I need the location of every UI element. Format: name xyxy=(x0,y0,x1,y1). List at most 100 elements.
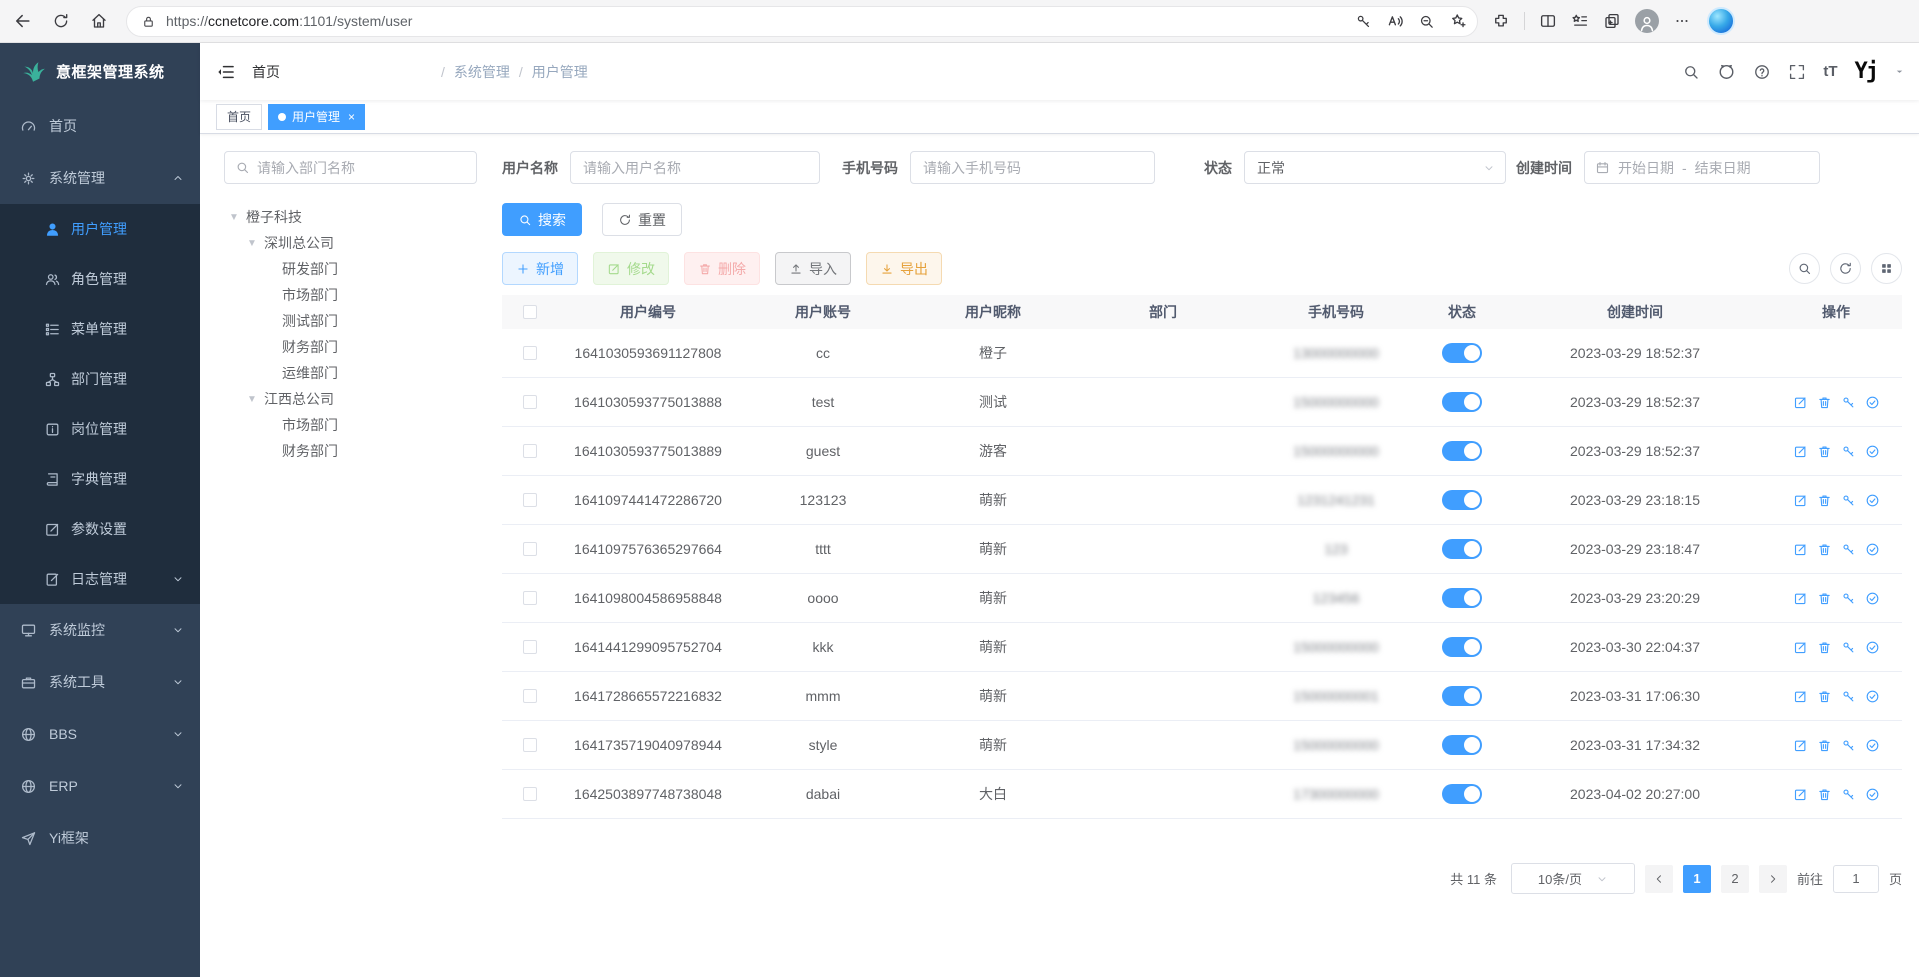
tree-node[interactable]: 财务部门 xyxy=(224,334,477,360)
sidebar-item-role-mgmt[interactable]: 角色管理 xyxy=(0,254,200,304)
text-size-icon[interactable]: tT xyxy=(1823,63,1837,80)
app-logo[interactable]: 意框架管理系统 xyxy=(0,43,200,100)
tree-node[interactable]: 测试部门 xyxy=(224,308,477,334)
row-assign-role-icon[interactable] xyxy=(1865,591,1880,606)
page-size-select[interactable]: 10条/页 xyxy=(1511,863,1635,894)
sidebar-item-user-mgmt[interactable]: 用户管理 xyxy=(0,204,200,254)
row-edit-icon[interactable] xyxy=(1793,493,1808,508)
status-toggle[interactable] xyxy=(1442,539,1482,559)
date-range-picker[interactable]: 开始日期 - 结束日期 xyxy=(1584,151,1820,184)
add-button[interactable]: 新增 xyxy=(502,252,578,285)
select-all-checkbox[interactable] xyxy=(523,305,537,319)
row-edit-icon[interactable] xyxy=(1793,444,1808,459)
row-checkbox[interactable] xyxy=(523,395,537,409)
tree-node[interactable]: 市场部门 xyxy=(224,282,477,308)
row-checkbox[interactable] xyxy=(523,787,537,801)
column-settings-button[interactable] xyxy=(1871,253,1902,284)
row-delete-icon[interactable] xyxy=(1817,542,1832,557)
sidebar-item-menu-mgmt[interactable]: 菜单管理 xyxy=(0,304,200,354)
sidebar-item-tools[interactable]: 系统工具 xyxy=(0,656,200,708)
row-delete-icon[interactable] xyxy=(1817,591,1832,606)
row-delete-icon[interactable] xyxy=(1817,640,1832,655)
row-edit-icon[interactable] xyxy=(1793,591,1808,606)
close-tab-icon[interactable]: × xyxy=(348,110,355,124)
search-button[interactable]: 搜索 xyxy=(502,203,582,236)
row-assign-role-icon[interactable] xyxy=(1865,493,1880,508)
tree-node[interactable]: ▼橙子科技 xyxy=(224,204,477,230)
browser-home-icon[interactable] xyxy=(84,6,114,36)
row-edit-icon[interactable] xyxy=(1793,689,1808,704)
row-reset-password-icon[interactable] xyxy=(1841,395,1856,410)
browser-menu-icon[interactable] xyxy=(1673,12,1691,30)
refresh-table-button[interactable] xyxy=(1830,253,1861,284)
sidebar-item-bbs[interactable]: BBS xyxy=(0,708,200,760)
row-assign-role-icon[interactable] xyxy=(1865,689,1880,704)
status-toggle[interactable] xyxy=(1442,784,1482,804)
edit-button[interactable]: 修改 xyxy=(593,252,669,285)
tree-node[interactable]: ▼深圳总公司 xyxy=(224,230,477,256)
sidebar-fold-icon[interactable] xyxy=(216,62,236,82)
caret-down-icon[interactable]: ▼ xyxy=(246,394,258,405)
breadcrumb-home[interactable]: 首页 xyxy=(252,62,432,82)
row-delete-icon[interactable] xyxy=(1817,787,1832,802)
tree-node[interactable]: ▼江西总公司 xyxy=(224,386,477,412)
read-aloud-icon[interactable] xyxy=(1386,12,1404,30)
dept-search-input[interactable] xyxy=(257,160,466,176)
row-checkbox[interactable] xyxy=(523,738,537,752)
row-edit-icon[interactable] xyxy=(1793,787,1808,802)
extensions-icon[interactable] xyxy=(1492,12,1510,30)
row-delete-icon[interactable] xyxy=(1817,738,1832,753)
row-edit-icon[interactable] xyxy=(1793,640,1808,655)
sidebar-item-yi-framework[interactable]: Yi框架 xyxy=(0,812,200,864)
next-page-button[interactable] xyxy=(1759,865,1787,893)
row-checkbox[interactable] xyxy=(523,444,537,458)
reset-button[interactable]: 重置 xyxy=(602,203,682,236)
favorites-icon[interactable] xyxy=(1571,12,1589,30)
row-delete-icon[interactable] xyxy=(1817,493,1832,508)
row-checkbox[interactable] xyxy=(523,591,537,605)
sidebar-item-dict-mgmt[interactable]: 字典管理 xyxy=(0,454,200,504)
status-select[interactable]: 正常 xyxy=(1244,151,1506,184)
password-key-icon[interactable] xyxy=(1355,13,1372,30)
status-toggle[interactable] xyxy=(1442,637,1482,657)
sidebar-item-param-settings[interactable]: 参数设置 xyxy=(0,504,200,554)
collections-icon[interactable] xyxy=(1603,12,1621,30)
status-toggle[interactable] xyxy=(1442,441,1482,461)
fullscreen-icon[interactable] xyxy=(1788,63,1806,81)
row-delete-icon[interactable] xyxy=(1817,395,1832,410)
tree-node[interactable]: 研发部门 xyxy=(224,256,477,282)
row-reset-password-icon[interactable] xyxy=(1841,444,1856,459)
sidebar-item-home[interactable]: 首页 xyxy=(0,100,200,152)
status-toggle[interactable] xyxy=(1442,343,1482,363)
row-edit-icon[interactable] xyxy=(1793,395,1808,410)
copilot-icon[interactable] xyxy=(1707,7,1735,35)
export-button[interactable]: 导出 xyxy=(866,252,942,285)
phone-input[interactable] xyxy=(910,151,1155,184)
username-input[interactable] xyxy=(570,151,820,184)
row-assign-role-icon[interactable] xyxy=(1865,395,1880,410)
row-checkbox[interactable] xyxy=(523,689,537,703)
avatar-caret-icon[interactable] xyxy=(1894,66,1905,77)
prev-page-button[interactable] xyxy=(1645,865,1673,893)
sidebar-item-dept-mgmt[interactable]: 部门管理 xyxy=(0,354,200,404)
address-bar[interactable]: https://ccnetcore.com:1101/system/user xyxy=(126,6,1478,37)
caret-down-icon[interactable]: ▼ xyxy=(228,212,240,223)
status-toggle[interactable] xyxy=(1442,735,1482,755)
user-avatar[interactable]: Yj xyxy=(1855,61,1878,83)
sidebar-item-erp[interactable]: ERP xyxy=(0,760,200,812)
help-icon[interactable] xyxy=(1753,63,1771,81)
row-delete-icon[interactable] xyxy=(1817,689,1832,704)
row-reset-password-icon[interactable] xyxy=(1841,689,1856,704)
row-checkbox[interactable] xyxy=(523,640,537,654)
sidebar-item-monitor[interactable]: 系统监控 xyxy=(0,604,200,656)
browser-refresh-icon[interactable] xyxy=(46,6,76,36)
row-reset-password-icon[interactable] xyxy=(1841,787,1856,802)
sidebar-item-log-mgmt[interactable]: 日志管理 xyxy=(0,554,200,604)
row-checkbox[interactable] xyxy=(523,542,537,556)
row-checkbox[interactable] xyxy=(523,493,537,507)
row-edit-icon[interactable] xyxy=(1793,542,1808,557)
tab-home[interactable]: 首页 xyxy=(216,104,262,130)
browser-profile-avatar[interactable] xyxy=(1635,9,1659,33)
import-button[interactable]: 导入 xyxy=(775,252,851,285)
row-assign-role-icon[interactable] xyxy=(1865,787,1880,802)
